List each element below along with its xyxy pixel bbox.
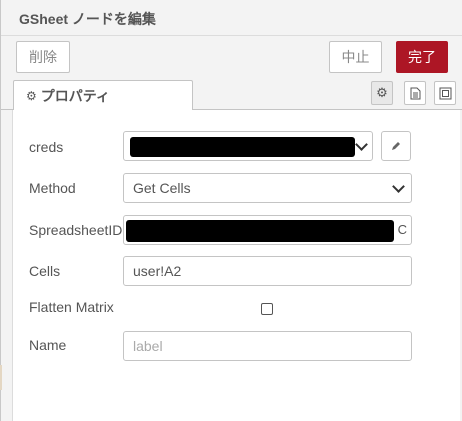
edit-creds-button[interactable] [381, 131, 411, 161]
settings-tab-button[interactable]: ⚙ [371, 81, 393, 105]
name-input[interactable]: label [123, 331, 412, 361]
cells-value: user!A2 [133, 263, 182, 279]
done-button[interactable]: 完了 [396, 41, 448, 73]
spreadsheet-id-suffix: C [397, 222, 407, 237]
gear-icon: ⚙ [26, 88, 37, 103]
creds-select[interactable] [123, 131, 373, 161]
tab-properties-label: プロパティ [40, 87, 110, 104]
flatten-matrix-checkbox[interactable] [261, 303, 273, 315]
gear-icon: ⚙ [376, 85, 388, 100]
chevron-down-icon [392, 180, 405, 193]
redacted-value [130, 137, 355, 157]
cancel-button[interactable]: 中止 [329, 41, 382, 73]
tray-title: GSheet ノードを編集 [19, 11, 156, 27]
appearance-tab-button[interactable] [434, 81, 456, 105]
cells-input[interactable]: user!A2 [123, 256, 412, 286]
chevron-down-icon [355, 138, 368, 151]
spreadsheet-id-input[interactable]: C [123, 215, 412, 245]
tray-header: GSheet ノードを編集 [1, 0, 462, 36]
document-icon [410, 87, 420, 99]
name-label: Name [29, 337, 67, 353]
spreadsheet-id-label: SpreadsheetID [29, 222, 123, 238]
pencil-icon [392, 142, 400, 150]
canvas-edge [0, 365, 2, 390]
delete-button[interactable]: 削除 [16, 41, 70, 73]
creds-label: creds [29, 139, 64, 155]
method-value: Get Cells [133, 180, 191, 196]
method-label: Method [29, 180, 76, 196]
frame-icon [439, 87, 451, 99]
description-tab-button[interactable] [404, 81, 426, 105]
method-select[interactable]: Get Cells [123, 173, 412, 203]
redacted-value [126, 220, 394, 242]
name-placeholder: label [133, 338, 163, 354]
tab-properties[interactable]: ⚙ プロパティ [13, 80, 193, 111]
flatten-matrix-label: Flatten Matrix [29, 299, 114, 315]
cells-label: Cells [29, 263, 61, 279]
